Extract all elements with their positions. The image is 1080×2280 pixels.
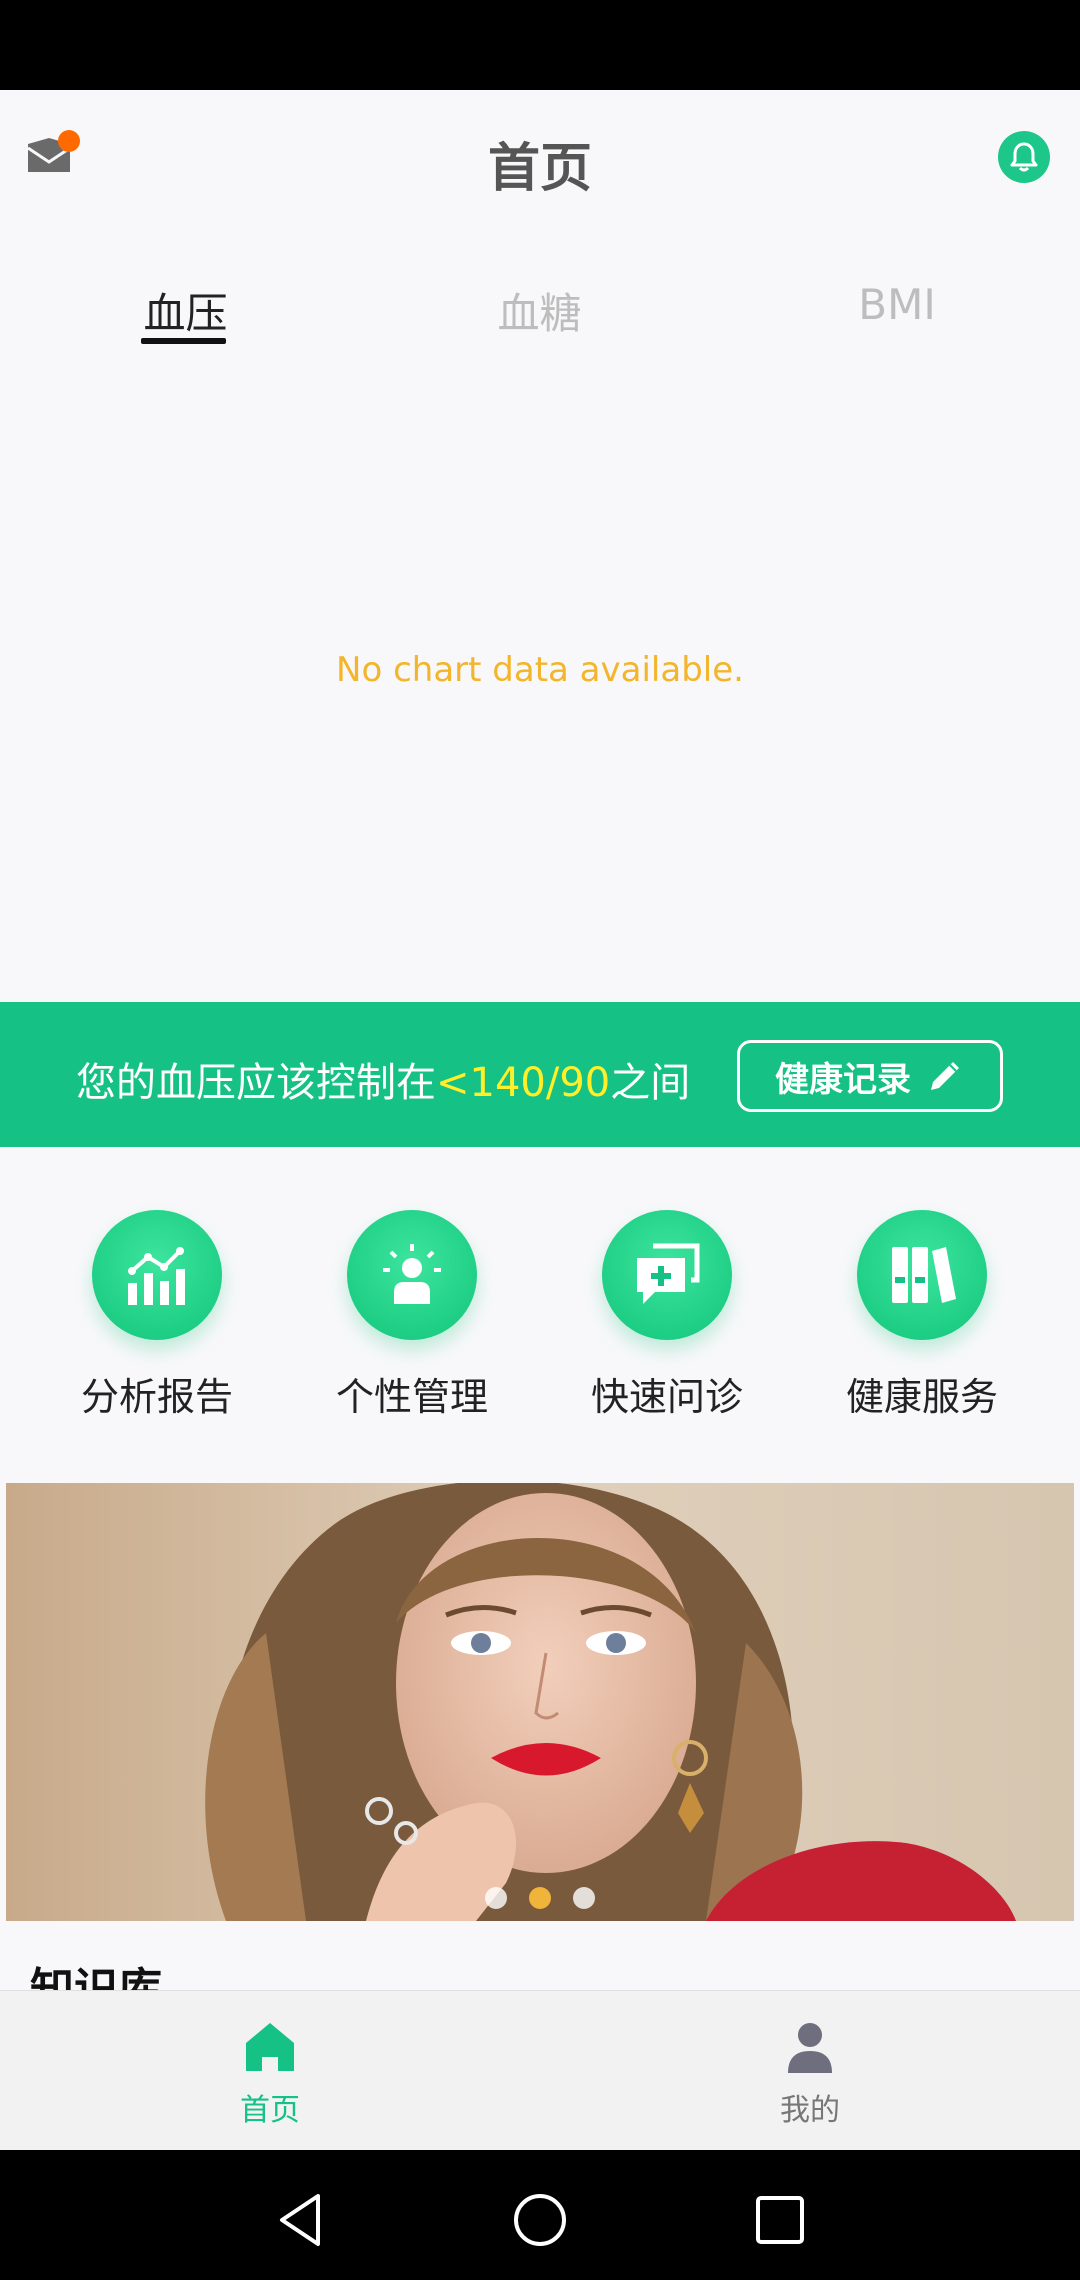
quick-action-circle [602,1210,732,1340]
bp-target-text: 您的血压应该控制在<140/90之间 [76,1050,690,1108]
home-icon [246,2023,294,2071]
bottom-nav: 首页 我的 [0,1990,1080,2150]
home-circle-icon[interactable] [510,2190,570,2250]
system-navigation-bar [0,2150,1080,2280]
quick-action-circle [347,1210,477,1340]
active-tab-indicator [141,338,226,344]
quick-action-personal-management[interactable]: 个性管理 [302,1210,522,1421]
bp-text-before: 您的血压应该控制在 [76,1060,436,1106]
page-title: 首页 [487,139,592,199]
nav-home[interactable]: 首页 [190,2019,350,2129]
quick-action-health-service[interactable]: 健康服务 [812,1210,1032,1421]
carousel-dot-active[interactable] [529,1887,551,1909]
quick-action-analysis-report[interactable]: 分析报告 [47,1210,267,1421]
nav-home-label: 首页 [240,2093,300,2128]
empty-chart-message: No chart data available. [336,650,744,690]
quick-action-circle [92,1210,222,1340]
status-bar [0,0,1080,90]
quick-action-label: 健康服务 [845,1375,998,1419]
carousel-dot[interactable] [485,1887,507,1909]
health-record-button[interactable]: 健康记录 [737,1040,1003,1112]
knowledge-section-title: 知识库 [30,1964,162,1990]
bp-target-banner: 您的血压应该控制在<140/90之间 健康记录 [0,1002,1080,1147]
user-icon [788,2023,832,2073]
bp-range: <140/90 [436,1060,611,1106]
health-record-label: 健康记录 [775,1059,911,1100]
carousel-slide-image [6,1483,1074,1921]
bell-icon [1010,142,1038,172]
chat-consult-icon [637,1243,700,1304]
nav-mine-label: 我的 [780,2093,840,2128]
quick-action-fast-consultation[interactable]: 快速问诊 [557,1210,777,1421]
carousel-dots [6,1887,1074,1909]
promo-carousel[interactable] [6,1483,1074,1921]
chart-analysis-icon [128,1247,185,1305]
quick-actions: 分析报告 个性管理 快速问诊 健康服务 [0,1210,1080,1430]
quick-action-label: 个性管理 [335,1375,488,1419]
chart-area: No chart data available. [0,360,1080,1000]
pencil-icon [931,1062,959,1090]
quick-action-label: 快速问诊 [590,1375,743,1419]
person-manage-icon [383,1244,441,1304]
quick-action-label: 分析报告 [80,1375,233,1419]
recents-icon[interactable] [750,2190,810,2250]
quick-action-circle [857,1210,987,1340]
binders-icon [892,1247,956,1303]
tab-blood-sugar[interactable]: 血糖 [482,280,597,341]
bp-text-after: 之间 [610,1060,691,1106]
nav-mine[interactable]: 我的 [730,2019,890,2129]
tab-bmi[interactable]: BMI [842,280,952,329]
tab-blood-pressure[interactable]: 血压 [128,280,243,341]
metric-tabs: 血压 血糖 BMI [0,260,1080,350]
back-icon[interactable] [270,2190,330,2250]
notification-button[interactable] [998,131,1050,183]
carousel-dot[interactable] [573,1887,595,1909]
app-header: 首页 [0,90,1080,230]
